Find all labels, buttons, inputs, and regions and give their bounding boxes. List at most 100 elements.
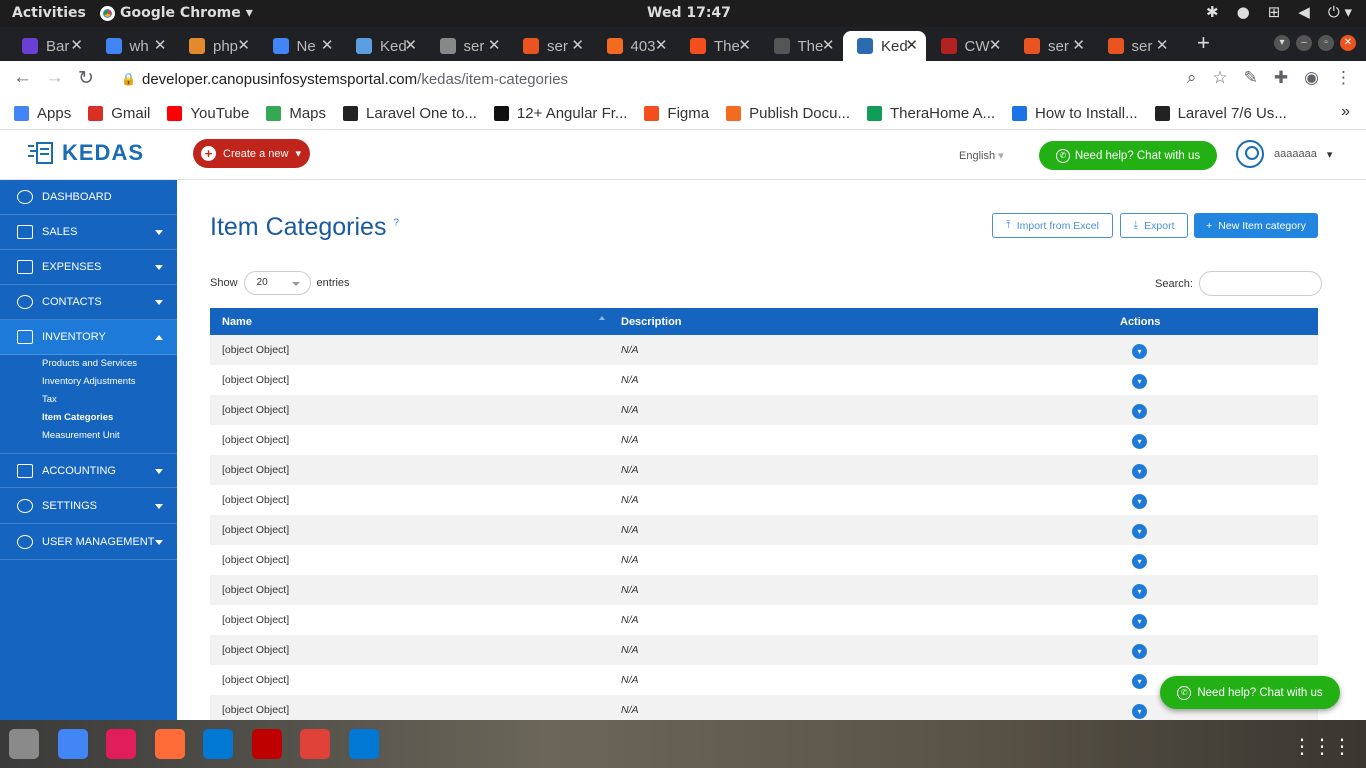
help-icon[interactable]: ? bbox=[393, 218, 399, 229]
row-actions-dropdown-icon[interactable]: ▾ bbox=[1132, 584, 1147, 599]
postman-icon[interactable] bbox=[154, 729, 185, 759]
slack-tray-icon[interactable]: ✱ bbox=[1206, 3, 1219, 21]
language-select[interactable]: English ▾ bbox=[959, 149, 1004, 162]
subnav-measurement-unit[interactable]: Measurement Unit bbox=[42, 430, 120, 441]
system-tray[interactable]: ✱ ● ⊞ ◀ ⏻ ▾ bbox=[1206, 3, 1352, 21]
bookmark-item[interactable]: Figma bbox=[644, 105, 709, 122]
row-actions-dropdown-icon[interactable]: ▾ bbox=[1132, 704, 1147, 719]
sidebar-item-dashboard[interactable]: DASHBOARD bbox=[0, 180, 177, 215]
bookmark-item[interactable]: Publish Docu... bbox=[726, 105, 850, 122]
help-chat-button[interactable]: ✆ Need help? Chat with us bbox=[1039, 141, 1217, 170]
close-tab-icon[interactable]: ✕ bbox=[154, 36, 167, 54]
browser-tab[interactable]: ser ✕ bbox=[1010, 31, 1093, 61]
sidebar-item-accounting[interactable]: ACCOUNTING bbox=[0, 453, 177, 488]
row-actions-dropdown-icon[interactable]: ▾ bbox=[1132, 644, 1147, 659]
git-icon[interactable] bbox=[300, 729, 330, 759]
browser-tab[interactable]: The ✕ bbox=[760, 31, 843, 61]
column-header-description[interactable]: Description bbox=[621, 316, 682, 328]
back-icon[interactable]: ← bbox=[13, 67, 32, 89]
zoom-icon[interactable]: ⌕ bbox=[1187, 68, 1197, 88]
row-actions-dropdown-icon[interactable]: ▾ bbox=[1132, 614, 1147, 629]
lock-icon[interactable]: 🔒 bbox=[121, 65, 136, 94]
browser-tab[interactable]: 403 ✕ bbox=[593, 31, 676, 61]
clock[interactable]: Wed 17:47 bbox=[647, 5, 731, 21]
row-actions-dropdown-icon[interactable]: ▾ bbox=[1132, 524, 1147, 539]
more-bookmarks-icon[interactable]: » bbox=[1341, 103, 1350, 121]
volume-icon[interactable]: ◀ bbox=[1298, 3, 1310, 21]
browser-tab[interactable]: ser ✕ bbox=[426, 31, 509, 61]
subnav-tax[interactable]: Tax bbox=[42, 394, 57, 405]
update-icon[interactable]: ● bbox=[1237, 3, 1250, 21]
row-actions-dropdown-icon[interactable]: ▾ bbox=[1132, 464, 1147, 479]
bookmark-item[interactable]: Laravel 7/6 Us... bbox=[1154, 105, 1287, 122]
close-tab-icon[interactable]: ✕ bbox=[905, 36, 918, 54]
row-actions-dropdown-icon[interactable]: ▾ bbox=[1132, 674, 1147, 689]
close-tab-icon[interactable]: ✕ bbox=[571, 36, 584, 54]
row-actions-dropdown-icon[interactable]: ▾ bbox=[1132, 554, 1147, 569]
app-menu[interactable]: Google Chrome ▾ bbox=[100, 5, 253, 21]
sidebar-item-expenses[interactable]: EXPENSES bbox=[0, 250, 177, 285]
browser-tab[interactable]: ser ✕ bbox=[1094, 31, 1177, 61]
floating-help-chat-button[interactable]: ✆ Need help? Chat with us bbox=[1160, 676, 1340, 709]
address-bar[interactable]: 🔒 developer.canopusinfosystemsportal.com… bbox=[107, 65, 1226, 94]
row-actions-dropdown-icon[interactable]: ▾ bbox=[1132, 404, 1147, 419]
subnav-item-categories[interactable]: Item Categories bbox=[42, 412, 113, 423]
bookmark-star-icon[interactable]: ☆ bbox=[1212, 68, 1227, 88]
bookmark-item[interactable]: Laravel One to... bbox=[343, 105, 477, 122]
bookmark-item[interactable]: Maps bbox=[266, 105, 326, 122]
vscode-icon[interactable] bbox=[348, 729, 379, 759]
row-actions-dropdown-icon[interactable]: ▾ bbox=[1132, 434, 1147, 449]
subnav-inventory-adjustments[interactable]: Inventory Adjustments bbox=[42, 376, 135, 387]
close-tab-icon[interactable]: ✕ bbox=[70, 36, 83, 54]
browser-tab[interactable]: The ✕ bbox=[676, 31, 759, 61]
row-actions-dropdown-icon[interactable]: ▾ bbox=[1132, 494, 1147, 509]
close-tab-icon[interactable]: ✕ bbox=[488, 36, 501, 54]
search-input[interactable] bbox=[1198, 271, 1322, 296]
close-tab-icon[interactable]: ✕ bbox=[237, 36, 250, 54]
sidebar-item-user-management[interactable]: USER MANAGEMENT bbox=[0, 525, 177, 560]
kedas-logo[interactable]: KEDAS bbox=[28, 140, 144, 166]
import-excel-button[interactable]: ⤒ Import from Excel bbox=[992, 213, 1113, 238]
bookmark-item[interactable]: TheraHome A... bbox=[867, 105, 995, 122]
close-tab-icon[interactable]: ✕ bbox=[1072, 36, 1085, 54]
close-tab-icon[interactable]: ✕ bbox=[1156, 36, 1169, 54]
bookmark-item[interactable]: How to Install... bbox=[1012, 105, 1138, 122]
browser-tab[interactable]: Bar ✕ bbox=[8, 31, 91, 61]
browser-tab[interactable]: ser ✕ bbox=[509, 31, 592, 61]
subnav-products-and-services[interactable]: Products and Services bbox=[42, 358, 137, 369]
new-tab-button[interactable]: + bbox=[1197, 30, 1210, 56]
vscode-icon[interactable] bbox=[203, 729, 233, 759]
entries-select[interactable]: 20 bbox=[243, 271, 311, 295]
close-tab-icon[interactable]: ✕ bbox=[404, 36, 417, 54]
profile-icon[interactable]: ◉ bbox=[1304, 68, 1319, 88]
bookmark-item[interactable]: Apps bbox=[14, 105, 71, 122]
eyedropper-icon[interactable]: ✎ bbox=[1244, 68, 1258, 88]
export-button[interactable]: ⤓ Export bbox=[1120, 213, 1188, 238]
extensions-icon[interactable]: ✚ bbox=[1274, 68, 1288, 88]
menu-icon[interactable]: ⋮ bbox=[1335, 68, 1352, 88]
sidebar-item-sales[interactable]: SALES bbox=[0, 215, 177, 250]
slack-icon[interactable] bbox=[106, 729, 136, 759]
user-menu[interactable]: aaaaaaa ▾ bbox=[1236, 140, 1332, 168]
close-tab-icon[interactable]: ✕ bbox=[321, 36, 334, 54]
bookmark-item[interactable]: 12+ Angular Fr... bbox=[493, 105, 627, 122]
tab-search-icon[interactable]: ▾ bbox=[1274, 35, 1290, 51]
activities-button[interactable]: Activities bbox=[12, 5, 86, 21]
close-window-button[interactable]: ✕ bbox=[1340, 35, 1356, 51]
close-tab-icon[interactable]: ✕ bbox=[655, 36, 668, 54]
browser-tab[interactable]: wh ✕ bbox=[92, 31, 175, 61]
column-header-name[interactable]: Name bbox=[222, 316, 252, 328]
maximize-button[interactable]: ▫ bbox=[1318, 35, 1334, 51]
browser-tab[interactable]: Ked ✕ bbox=[843, 31, 926, 61]
bookmark-item[interactable]: Gmail bbox=[88, 105, 150, 122]
sidebar-item-inventory[interactable]: INVENTORY bbox=[0, 320, 177, 355]
sidebar-item-contacts[interactable]: CONTACTS bbox=[0, 285, 177, 320]
browser-tab[interactable]: Ne ✕ bbox=[259, 31, 342, 61]
files-icon[interactable] bbox=[9, 729, 39, 759]
browser-tab[interactable]: CW ✕ bbox=[927, 31, 1010, 61]
browser-tab[interactable]: php ✕ bbox=[175, 31, 258, 61]
power-icon[interactable]: ⏻ ▾ bbox=[1328, 3, 1352, 21]
sort-asc-icon[interactable] bbox=[599, 316, 605, 320]
close-tab-icon[interactable]: ✕ bbox=[989, 36, 1002, 54]
forward-icon[interactable]: → bbox=[45, 67, 64, 89]
